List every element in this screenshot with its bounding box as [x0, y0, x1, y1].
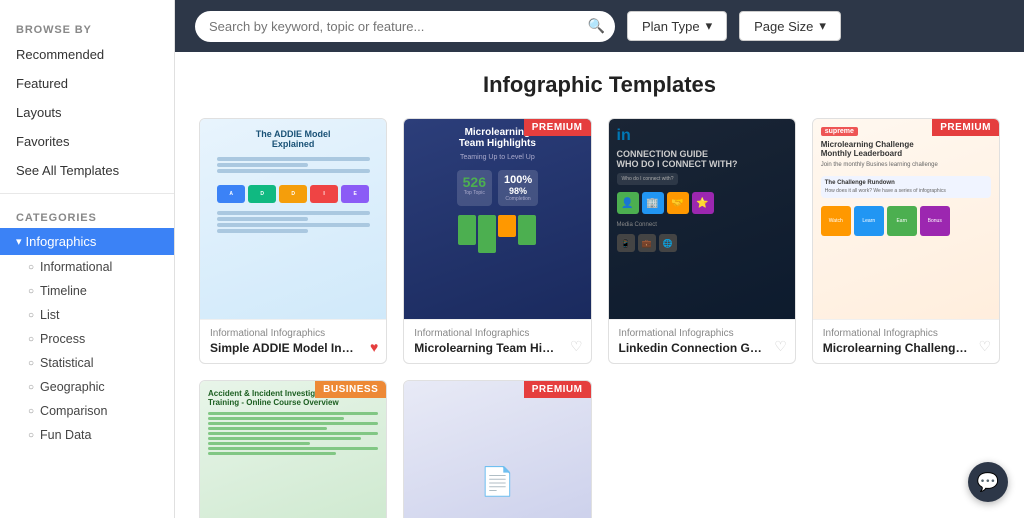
page-size-button[interactable]: Page Size ▾ — [739, 11, 841, 41]
subcategory-statistical[interactable]: ○ Statistical — [0, 351, 174, 375]
dot-icon: ○ — [28, 406, 34, 417]
heart-icon[interactable]: ♡ — [570, 338, 583, 355]
subcategory-process[interactable]: ○ Process — [0, 327, 174, 351]
browse-by-label: BROWSE BY — [0, 16, 174, 40]
sidebar-item-see-all[interactable]: See All Templates — [0, 156, 174, 185]
dot-icon: ○ — [28, 262, 34, 273]
template-name: Linkedin Connection Guide Info... — [619, 341, 785, 355]
subcategory-fun-data[interactable]: ○ Fun Data — [0, 423, 174, 447]
chat-bubble[interactable]: 💬 — [968, 462, 1008, 502]
subcategory-label: Statistical — [40, 356, 94, 370]
template-type: Informational Infographics — [823, 328, 989, 339]
sidebar-item-favorites[interactable]: Favorites — [0, 127, 174, 156]
heart-icon[interactable]: ♡ — [978, 338, 991, 355]
chevron-down-icon: ▾ — [16, 235, 22, 248]
heart-icon[interactable]: ♥ — [370, 339, 378, 355]
sidebar: BROWSE BY Recommended Featured Layouts F… — [0, 0, 175, 518]
subcategory-geographic[interactable]: ○ Geographic — [0, 375, 174, 399]
template-card-challenge[interactable]: PREMIUM supreme Microlearning ChallengeM… — [812, 118, 1000, 364]
template-card-addie[interactable]: The ADDIE ModelExplained A D D I E — [199, 118, 387, 364]
business-badge: BUSINESS — [315, 381, 386, 398]
template-image-microlearning: PREMIUM MicrolearningTeam Highlights Tea… — [404, 119, 590, 319]
search-input[interactable] — [195, 11, 615, 42]
template-image-challenge: PREMIUM supreme Microlearning ChallengeM… — [813, 119, 999, 319]
template-footer: Informational Infographics Simple ADDIE … — [200, 319, 386, 363]
dot-icon: ○ — [28, 358, 34, 369]
search-wrapper: 🔍 — [195, 11, 615, 42]
template-image-accident: BUSINESS Accident & Incident Investigati… — [200, 381, 386, 518]
main-area: 🔍 Plan Type ▾ Page Size ▾ Infographic Te… — [175, 0, 1024, 518]
subcategory-label: Informational — [40, 260, 112, 274]
dot-icon: ○ — [28, 334, 34, 345]
search-icon: 🔍 — [588, 18, 605, 35]
page-title: Infographic Templates — [199, 72, 1000, 98]
header-bar: 🔍 Plan Type ▾ Page Size ▾ — [175, 0, 1024, 52]
heart-icon[interactable]: ♡ — [774, 338, 787, 355]
subcategory-comparison[interactable]: ○ Comparison — [0, 399, 174, 423]
plan-type-label: Plan Type — [642, 19, 700, 34]
template-image-linkedin: in CONNECTION GUIDEWHO DO I CONNECT WITH… — [609, 119, 795, 319]
page-size-label: Page Size — [754, 19, 813, 34]
dot-icon: ○ — [28, 430, 34, 441]
template-footer: Informational Infographics Linkedin Conn… — [609, 319, 795, 363]
premium-badge: PREMIUM — [524, 381, 591, 398]
categories-label: CATEGORIES — [0, 202, 174, 228]
category-infographics[interactable]: ▾ Infographics — [0, 228, 174, 255]
dot-icon: ○ — [28, 286, 34, 297]
sidebar-item-recommended[interactable]: Recommended — [0, 40, 174, 69]
template-name: Microlearning Challenge Month... — [823, 341, 989, 355]
subcategory-label: Fun Data — [40, 428, 91, 442]
template-footer: Informational Infographics Microlearning… — [404, 319, 590, 363]
template-card-linkedin[interactable]: in CONNECTION GUIDEWHO DO I CONNECT WITH… — [608, 118, 796, 364]
template-type: Informational Infographics — [210, 328, 376, 339]
template-grid: The ADDIE ModelExplained A D D I E — [199, 118, 1000, 518]
premium-badge: PREMIUM — [932, 119, 999, 136]
subcategory-label: Process — [40, 332, 85, 346]
template-card-accident[interactable]: BUSINESS Accident & Incident Investigati… — [199, 380, 387, 518]
dot-icon: ○ — [28, 382, 34, 393]
subcategory-label: List — [40, 308, 59, 322]
chat-icon: 💬 — [977, 472, 999, 493]
template-name: Microlearning Team Highlights I... — [414, 341, 580, 355]
subcategory-informational[interactable]: ○ Informational — [0, 255, 174, 279]
subcategory-label: Timeline — [40, 284, 87, 298]
sidebar-item-layouts[interactable]: Layouts — [0, 98, 174, 127]
template-type: Informational Infographics — [414, 328, 580, 339]
subcategory-label: Comparison — [40, 404, 107, 418]
template-footer: Informational Infographics Microlearning… — [813, 319, 999, 363]
template-card-placeholder[interactable]: PREMIUM 📄 ♡ — [403, 380, 591, 518]
chevron-down-icon: ▾ — [819, 18, 826, 34]
content-area: Infographic Templates The ADDIE ModelExp… — [175, 52, 1024, 518]
dot-icon: ○ — [28, 310, 34, 321]
subcategory-timeline[interactable]: ○ Timeline — [0, 279, 174, 303]
template-image-placeholder: PREMIUM 📄 — [404, 381, 590, 518]
chevron-down-icon: ▾ — [706, 18, 713, 34]
plan-type-button[interactable]: Plan Type ▾ — [627, 11, 727, 41]
subcategory-list[interactable]: ○ List — [0, 303, 174, 327]
subcategory-label: Geographic — [40, 380, 105, 394]
template-card-microlearning[interactable]: PREMIUM MicrolearningTeam Highlights Tea… — [403, 118, 591, 364]
template-image-addie: The ADDIE ModelExplained A D D I E — [200, 119, 386, 319]
premium-badge: PREMIUM — [524, 119, 591, 136]
category-label: Infographics — [26, 234, 97, 249]
template-name: Simple ADDIE Model Infographic — [210, 341, 376, 355]
template-type: Informational Infographics — [619, 328, 785, 339]
sidebar-item-featured[interactable]: Featured — [0, 69, 174, 98]
sidebar-divider — [0, 193, 174, 194]
